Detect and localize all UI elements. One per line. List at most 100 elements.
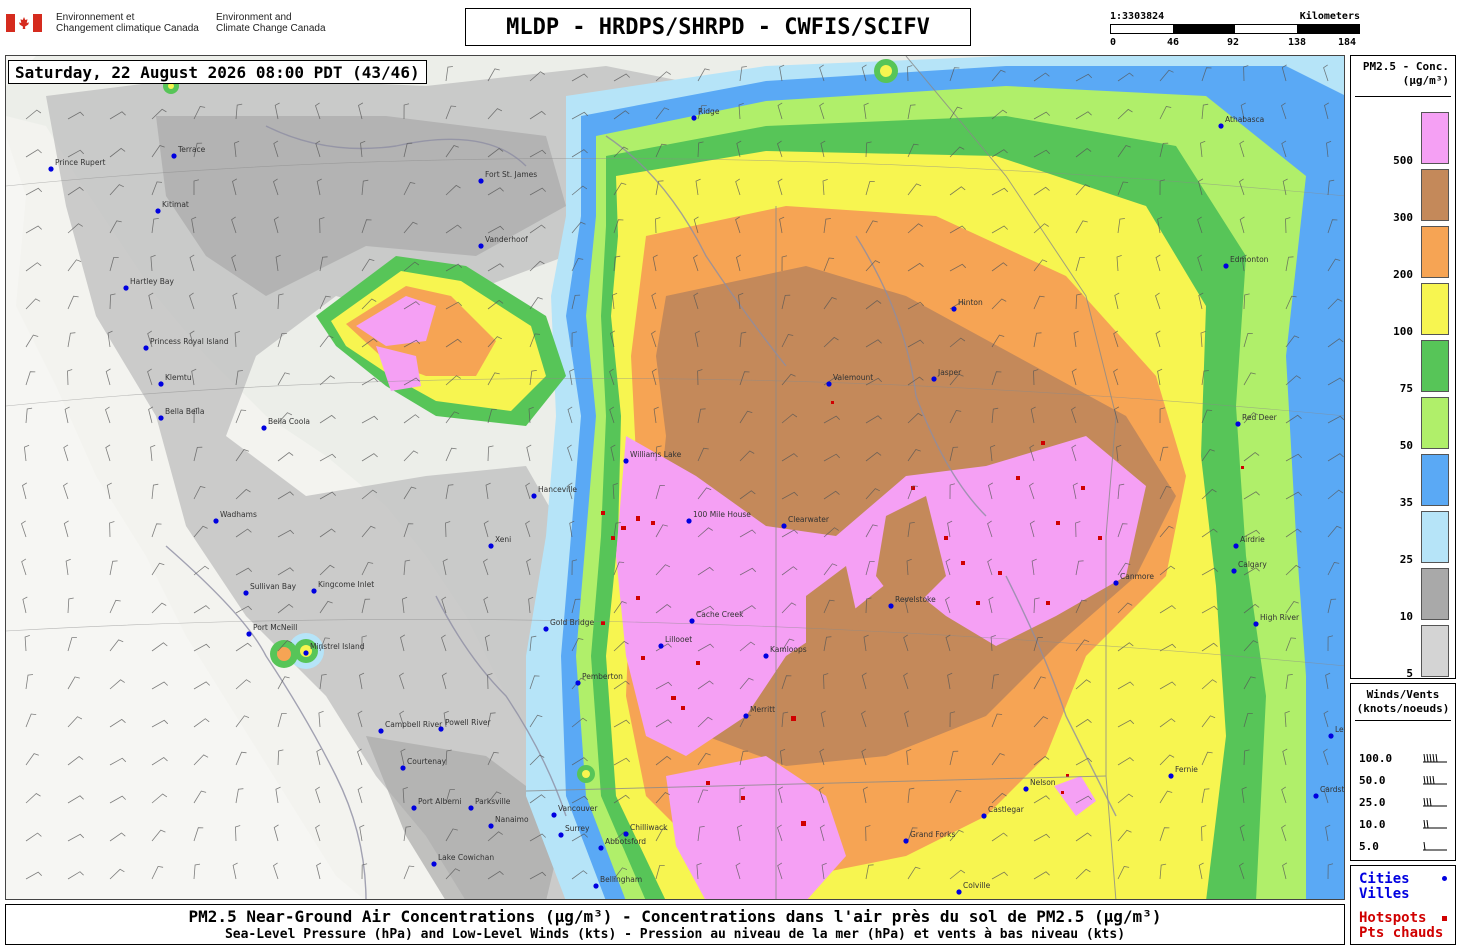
eccc-logo: Environnement et Changement climatique Ca… — [6, 12, 346, 38]
wind-barb-icon — [1423, 753, 1447, 763]
city-dot — [246, 631, 252, 637]
pm25-swatch — [1421, 112, 1449, 164]
pm25-swatch — [1421, 169, 1449, 221]
city-dot — [311, 588, 317, 594]
wind-speed-label: 10.0 — [1359, 818, 1386, 831]
city-label: Canmore — [1120, 572, 1154, 581]
pm25-legend-title: PM2.5 - Conc. (µg/m³) — [1362, 60, 1449, 87]
scale-ratio: 1:3303824 — [1110, 11, 1165, 22]
city-label: Hinton — [958, 298, 983, 307]
city-label: Hartley Bay — [130, 277, 175, 286]
city-dot — [743, 713, 749, 719]
pm25-swatch — [1421, 397, 1449, 449]
city-label: Prince Rupert — [55, 158, 106, 167]
scale-tick: 138 — [1287, 37, 1307, 48]
city-dot — [478, 243, 484, 249]
city-dot — [123, 285, 129, 291]
pm25-swatch-label: 300 — [1393, 211, 1413, 224]
city-dot — [1328, 733, 1334, 739]
city-label: Cardston — [1320, 785, 1345, 794]
city-dot — [598, 845, 604, 851]
smoke-forecast-map[interactable]: Prince Rupert Terrace Kitimat Hartley Bay Pr… — [5, 55, 1345, 900]
city-dot-icon — [1442, 876, 1447, 881]
city-label: Revelstoke — [895, 595, 936, 604]
pm25-swatch-label: 200 — [1393, 268, 1413, 281]
city-dot — [689, 618, 695, 624]
city-dot — [243, 590, 249, 596]
city-label: Lillooet — [665, 635, 692, 644]
wind-legend-row: 10.0 — [1359, 816, 1451, 836]
city-dot — [781, 523, 787, 529]
city-dot — [213, 518, 219, 524]
city-label: Pemberton — [582, 672, 623, 681]
city-label: Lethbridge — [1335, 725, 1345, 734]
city-dot — [468, 805, 474, 811]
city-label: Port McNeill — [253, 623, 297, 632]
pm25-legend: PM2.5 - Conc. (µg/m³) 500 300 200 100 75 50 35 2… — [1350, 55, 1456, 680]
scale-tick: 184 — [1337, 37, 1357, 48]
city-dot — [981, 813, 987, 819]
city-label: Wadhams — [220, 510, 257, 519]
city-label: Vancouver — [558, 804, 598, 813]
city-dot — [1235, 421, 1241, 427]
city-dot — [686, 518, 692, 524]
wind-legend-title: Winds/Vents (knots/noeuds) — [1356, 688, 1450, 715]
wind-speed-label: 25.0 — [1359, 796, 1386, 809]
hotspots-label: Hotspots Pts chauds — [1359, 910, 1444, 941]
wind-legend: Winds/Vents (knots/noeuds) 100.0 50.0 25.0 1… — [1350, 683, 1456, 861]
city-dot — [951, 306, 957, 312]
pm25-swatch-label: 100 — [1393, 325, 1413, 338]
city-label: Kamloops — [770, 645, 807, 654]
city-label: Fort St. James — [485, 170, 537, 179]
wind-legend-row: 50.0 — [1359, 772, 1451, 792]
product-title-text: MLDP - HRDPS/SHRPD - CWFIS/SCIFV — [506, 14, 930, 40]
city-label: Grand Forks — [910, 830, 955, 839]
city-label: Bella Bella — [165, 407, 204, 416]
wind-legend-row: 5.0 — [1359, 838, 1451, 858]
pm25-swatch — [1421, 283, 1449, 335]
map-caption: PM2.5 Near-Ground Air Concentrations (µg… — [5, 904, 1345, 945]
pm25-swatch-label: 10 — [1399, 610, 1413, 623]
city-dot — [478, 178, 484, 184]
city-label: Bella Coola — [268, 417, 310, 426]
city-label: Castlegar — [988, 805, 1025, 814]
pm25-swatch — [1421, 625, 1449, 677]
pm25-swatch — [1421, 340, 1449, 392]
city-label: Chilliwack — [630, 823, 668, 832]
city-dot — [558, 832, 564, 838]
gov-name-en: Environment and Climate Change Canada — [216, 12, 326, 34]
canada-flag-icon — [6, 14, 42, 32]
caption-line-1: PM2.5 Near-Ground Air Concentrations (µg… — [188, 907, 1162, 926]
city-dot — [691, 115, 697, 121]
city-label: Sullivan Bay — [250, 582, 297, 591]
scale-bar-graphic — [1110, 24, 1360, 34]
city-label: Airdrie — [1240, 535, 1265, 544]
city-label: Ridge — [698, 107, 720, 116]
scale-tick: 46 — [1166, 37, 1180, 48]
city-dot — [543, 626, 549, 632]
caption-line-2: Sea-Level Pressure (hPa) and Low-Level W… — [224, 927, 1126, 942]
city-label: Hanceville — [538, 485, 577, 494]
scale-bar: 1:3303824 Kilometers 0 46 92 138 184 — [1110, 10, 1360, 52]
city-dot — [143, 345, 149, 351]
city-dot — [931, 376, 937, 382]
city-dot — [48, 166, 54, 172]
wind-speed-label: 5.0 — [1359, 840, 1379, 853]
city-label: Calgary — [1238, 560, 1267, 569]
pm25-swatch-label: 25 — [1399, 553, 1413, 566]
city-dot — [431, 861, 437, 867]
pm25-swatch-label: 75 — [1399, 382, 1413, 395]
city-dot — [171, 153, 177, 159]
city-label: Princess Royal Island — [150, 337, 229, 346]
city-dot — [1113, 580, 1119, 586]
city-dot — [826, 381, 832, 387]
pm25-swatch-label: 35 — [1399, 496, 1413, 509]
city-label: Edmonton — [1230, 255, 1269, 264]
city-label: Nelson — [1030, 778, 1056, 787]
city-label: Fernie — [1175, 765, 1198, 774]
city-dot — [1233, 543, 1239, 549]
city-label: Clearwater — [788, 515, 830, 524]
pm25-swatch — [1421, 454, 1449, 506]
symbol-legend: Cities Villes Hotspots Pts chauds — [1350, 865, 1456, 945]
city-dot — [593, 883, 599, 889]
